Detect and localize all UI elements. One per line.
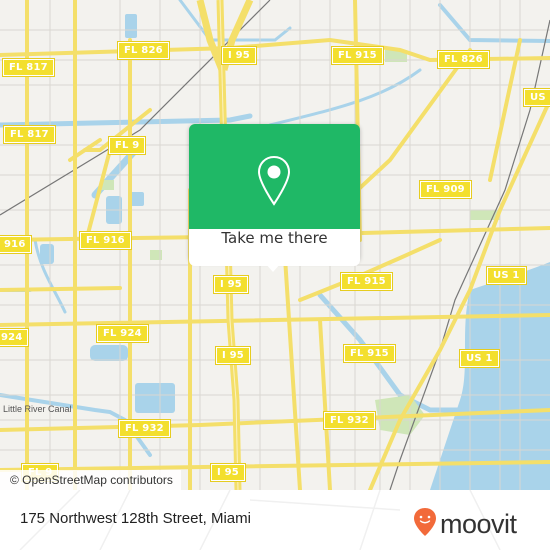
moovit-pin-icon — [413, 507, 437, 541]
water-label-little-river-canal: Little River Canal — [3, 404, 72, 414]
road-shield-fl915: FL 915 — [340, 272, 393, 291]
moovit-wordmark: moovit — [440, 508, 517, 539]
road-shield-us1: US 1 — [523, 88, 550, 107]
road-shield-fl932: FL 932 — [118, 419, 171, 438]
road-shield-fl932: FL 932 — [323, 411, 376, 430]
road-shield-i95: I 95 — [210, 463, 246, 482]
road-shield-fl817: FL 817 — [3, 125, 56, 144]
road-shield-fl924: FL 924 — [96, 324, 149, 343]
take-me-there-button[interactable]: Take me there — [189, 229, 360, 262]
address-text: 175 Northwest 128th Street, Miami — [20, 510, 251, 527]
road-shield-fl826: FL 826 — [117, 41, 170, 60]
map-canvas[interactable]: FL 826 I 95 FL 915 FL 826 FL 817 US 1 FL… — [0, 0, 550, 490]
road-shield-fl826: FL 826 — [437, 50, 490, 69]
moovit-logo[interactable]: moovit — [413, 507, 517, 541]
road-shield-fl916: 916 — [0, 235, 33, 254]
road-shield-fl817: FL 817 — [2, 58, 55, 77]
road-shield-fl909: FL 909 — [419, 180, 472, 199]
road-shield-fl915: FL 915 — [343, 344, 396, 363]
road-shield-fl924: 924 — [0, 328, 30, 347]
road-shield-us1: US 1 — [459, 349, 500, 368]
road-shield-i95: I 95 — [221, 46, 257, 65]
location-popup: Take me there — [189, 124, 360, 272]
road-shield-us1: US 1 — [486, 266, 527, 285]
road-shield-i95: I 95 — [215, 346, 251, 365]
road-shield-fl915: FL 915 — [331, 46, 384, 65]
road-shield-fl916: FL 916 — [79, 231, 132, 250]
map-attribution[interactable]: © OpenStreetMap contributors — [0, 470, 181, 490]
road-shield-i95: I 95 — [213, 275, 249, 294]
road-shield-fl9: FL 9 — [107, 136, 147, 155]
biscayne-bay — [430, 262, 550, 490]
popup-pointer — [265, 263, 281, 272]
